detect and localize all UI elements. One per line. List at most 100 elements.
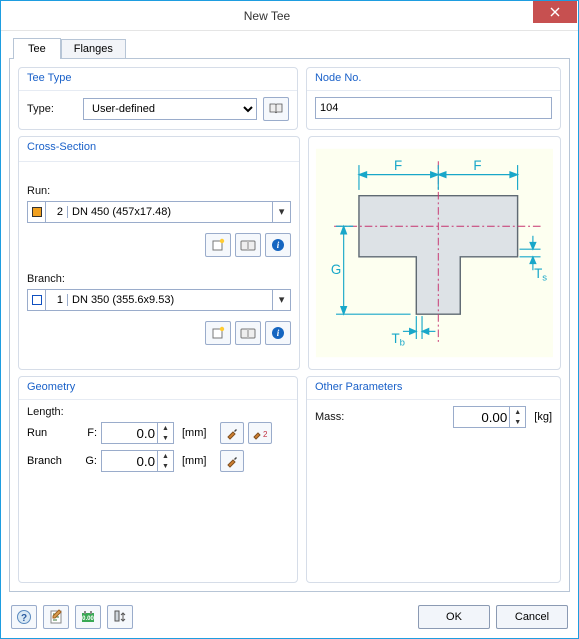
branch-info-button[interactable]: i — [265, 321, 291, 345]
branch-label: Branch: — [27, 273, 291, 285]
mass-unit: [kg] — [534, 411, 552, 423]
group-geometry: Geometry Length: Run F: ▲▼ [mm] — [18, 376, 298, 583]
branch-text: DN 350 (355.6x9.53) — [68, 294, 272, 306]
group-title-node-no: Node No. — [315, 72, 552, 84]
new-icon — [211, 238, 225, 252]
chevron-down-icon: ▾ — [272, 202, 290, 222]
run-num: 2 — [46, 206, 68, 218]
geom-row-run: Run F: ▲▼ [mm] 2↔ — [27, 422, 289, 444]
group-title-cross-section: Cross-Section — [27, 141, 291, 153]
notes-button[interactable] — [43, 605, 69, 629]
spin-down-icon[interactable]: ▼ — [510, 417, 525, 427]
branch-swatch — [28, 290, 46, 310]
group-cross-section: Cross-Section Run: 2 DN 450 (457x17.48) … — [18, 136, 300, 370]
branch-length-input[interactable]: ▲▼ — [101, 450, 174, 472]
tab-body: Tee Type Type: User-defined N — [9, 58, 570, 592]
library-icon — [240, 327, 256, 339]
type-library-button[interactable] — [263, 97, 289, 121]
run-library-button[interactable] — [235, 233, 261, 257]
group-node-no: Node No. — [306, 67, 561, 130]
close-button[interactable] — [533, 1, 577, 23]
new-icon — [211, 326, 225, 340]
run-unit: [mm] — [182, 427, 206, 439]
info-icon: i — [271, 238, 285, 252]
footer: ? 0.00 OK Cancel — [1, 598, 578, 638]
group-title-geometry: Geometry — [27, 381, 289, 393]
help-button[interactable]: ? — [11, 605, 37, 629]
run-text: DN 450 (457x17.48) — [68, 206, 272, 218]
node-no-input[interactable] — [315, 97, 552, 119]
svg-text:0.00: 0.00 — [82, 616, 94, 622]
dialog-window: New Tee Tee Flanges Tee Type Type: User-… — [0, 0, 579, 639]
spin-down-icon[interactable]: ▼ — [158, 461, 173, 471]
run-swatch — [28, 202, 46, 222]
branch-pick-button[interactable] — [220, 450, 244, 472]
branch-section-select[interactable]: 1 DN 350 (355.6x9.53) ▾ — [27, 289, 291, 311]
tee-diagram: F F G — [315, 143, 554, 363]
run-info-button[interactable]: i — [265, 233, 291, 257]
tee-type-row: Type: User-defined — [27, 97, 289, 121]
geom-row-branch: Branch G: ▲▼ [mm] — [27, 450, 289, 472]
svg-text:2↔: 2↔ — [263, 430, 268, 439]
branch-icons: i — [27, 321, 291, 345]
tab-flanges[interactable]: Flanges — [61, 39, 126, 60]
branch-new-button[interactable] — [205, 321, 231, 345]
top-row: Tee Type Type: User-defined N — [18, 67, 561, 130]
eyedropper-icon — [225, 454, 239, 468]
run-length-input[interactable]: ▲▼ — [101, 422, 174, 444]
group-tee-type: Tee Type Type: User-defined — [18, 67, 298, 130]
mid-row: Cross-Section Run: 2 DN 450 (457x17.48) … — [18, 136, 561, 370]
run-pick-button[interactable] — [220, 422, 244, 444]
diagram-panel: F F G — [308, 136, 561, 370]
type-label: Type: — [27, 103, 77, 115]
chevron-down-icon: ▾ — [272, 290, 290, 310]
spin-up-icon[interactable]: ▲ — [158, 423, 173, 433]
title-bar: New Tee — [1, 1, 578, 31]
mirror-button[interactable] — [107, 605, 133, 629]
diagram-label-f2: F — [473, 158, 481, 173]
mass-input[interactable]: ▲▼ — [453, 406, 526, 428]
window-title: New Tee — [1, 9, 533, 23]
client-area: Tee Flanges Tee Type Type: User-defined — [1, 31, 578, 598]
branch-name: Branch — [27, 455, 73, 467]
type-select[interactable]: User-defined — [83, 98, 257, 120]
spin-up-icon[interactable]: ▲ — [510, 407, 525, 417]
group-title-tee-type: Tee Type — [27, 72, 289, 84]
spin-up-icon[interactable]: ▲ — [158, 451, 173, 461]
branch-num: 1 — [46, 294, 68, 306]
group-title-other: Other Parameters — [315, 381, 552, 393]
tab-tee[interactable]: Tee — [13, 38, 61, 59]
run-label: Run: — [27, 185, 291, 197]
diagram-label-g: G — [331, 262, 341, 277]
units-icon: 0.00 — [80, 609, 96, 625]
run-name: Run — [27, 427, 73, 439]
run-new-button[interactable] — [205, 233, 231, 257]
cancel-button[interactable]: Cancel — [496, 605, 568, 629]
tab-strip: Tee Flanges — [13, 37, 570, 58]
help-icon: ? — [16, 609, 32, 625]
eyedropper-2-icon: 2↔ — [252, 426, 268, 440]
run-sym: F: — [77, 427, 97, 439]
run-section-select[interactable]: 2 DN 450 (457x17.48) ▾ — [27, 201, 291, 223]
book-icon — [268, 102, 284, 116]
branch-unit: [mm] — [182, 455, 206, 467]
svg-text:?: ? — [21, 613, 27, 624]
spin-down-icon[interactable]: ▼ — [158, 433, 173, 443]
mass-row: Mass: ▲▼ [kg] — [315, 406, 552, 428]
bottom-row: Geometry Length: Run F: ▲▼ [mm] — [18, 376, 561, 583]
branch-library-button[interactable] — [235, 321, 261, 345]
mass-label: Mass: — [315, 411, 453, 423]
notes-icon — [49, 609, 63, 625]
eyedropper-icon — [225, 426, 239, 440]
run-icons: i — [27, 233, 291, 257]
units-button[interactable]: 0.00 — [75, 605, 101, 629]
ok-button[interactable]: OK — [418, 605, 490, 629]
library-icon — [240, 239, 256, 251]
info-icon: i — [271, 326, 285, 340]
group-other-parameters: Other Parameters Mass: ▲▼ [kg] — [306, 376, 561, 583]
branch-sym: G: — [77, 455, 97, 467]
run-pick2-button[interactable]: 2↔ — [248, 422, 272, 444]
diagram-label-f1: F — [394, 158, 402, 173]
mirror-icon — [113, 609, 127, 625]
length-label: Length: — [27, 406, 289, 418]
